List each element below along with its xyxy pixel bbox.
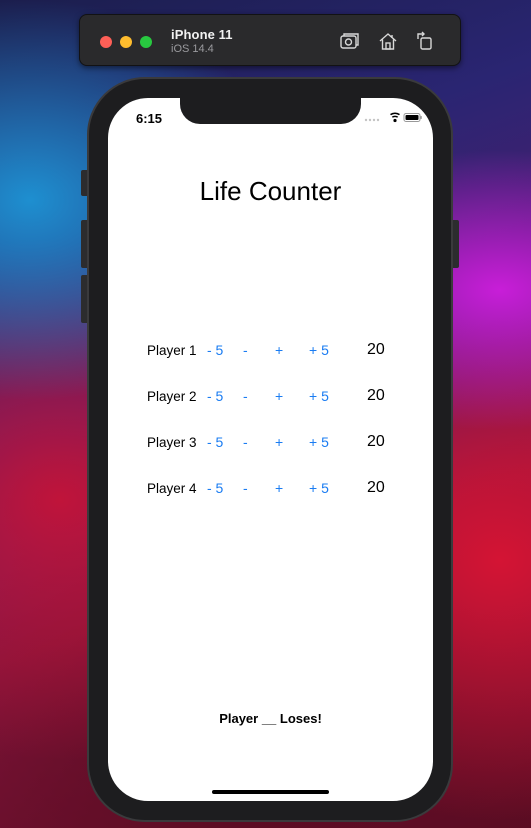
player-row: Player 1 - 5 - + + 5 20 (108, 338, 433, 384)
plus-1-button[interactable]: + (275, 434, 283, 450)
player-name: Player 2 (147, 389, 197, 404)
status-time: 6:15 (136, 111, 163, 126)
player-row: Player 4 - 5 - + + 5 20 (108, 476, 433, 522)
player-list: Player 1 - 5 - + + 5 20 Player 2 - 5 - +… (108, 338, 433, 522)
camera-screenshot-icon[interactable] (338, 30, 360, 52)
plus-5-button[interactable]: + 5 (309, 434, 329, 450)
player-name: Player 1 (147, 343, 197, 358)
life-total: 20 (367, 387, 385, 404)
player-row: Player 2 - 5 - + + 5 20 (108, 384, 433, 430)
plus-1-button[interactable]: + (275, 388, 283, 404)
device-name: iPhone 11 (171, 27, 233, 42)
notch (180, 98, 361, 124)
minus-5-button[interactable]: - 5 (207, 342, 223, 358)
player-name: Player 3 (147, 435, 197, 450)
life-total: 20 (367, 341, 385, 358)
close-window-button[interactable] (100, 36, 112, 48)
minimize-window-button[interactable] (120, 36, 132, 48)
minus-1-button[interactable]: - (243, 342, 248, 358)
rotate-icon[interactable] (414, 30, 436, 52)
minus-5-button[interactable]: - 5 (207, 388, 223, 404)
plus-1-button[interactable]: + (275, 342, 283, 358)
signal-icon (364, 118, 380, 122)
player-row: Player 3 - 5 - + + 5 20 (108, 430, 433, 476)
minus-1-button[interactable]: - (243, 480, 248, 496)
minus-5-button[interactable]: - 5 (207, 480, 223, 496)
life-total: 20 (367, 479, 385, 496)
zoom-window-button[interactable] (140, 36, 152, 48)
plus-5-button[interactable]: + 5 (309, 480, 329, 496)
loser-label: Player __ Loses! (219, 711, 322, 726)
minus-1-button[interactable]: - (243, 388, 248, 404)
os-version: iOS 14.4 (171, 43, 214, 55)
plus-5-button[interactable]: + 5 (309, 388, 329, 404)
device-screen: 6:15 Life Counter Player 1 - 5 - + + 5 2… (108, 98, 433, 801)
status-icons (364, 110, 422, 124)
plus-1-button[interactable]: + (275, 480, 283, 496)
life-total: 20 (367, 433, 385, 450)
minus-1-button[interactable]: - (243, 434, 248, 450)
app-title: Life Counter (199, 176, 342, 206)
home-icon[interactable] (377, 30, 399, 52)
wifi-icon (390, 112, 400, 123)
simulator-toolbar: iPhone 11 iOS 14.4 (79, 14, 461, 66)
player-name: Player 4 (147, 481, 197, 496)
plus-5-button[interactable]: + 5 (309, 342, 329, 358)
minus-5-button[interactable]: - 5 (207, 434, 223, 450)
home-indicator[interactable] (212, 790, 329, 794)
battery-icon (403, 113, 422, 122)
